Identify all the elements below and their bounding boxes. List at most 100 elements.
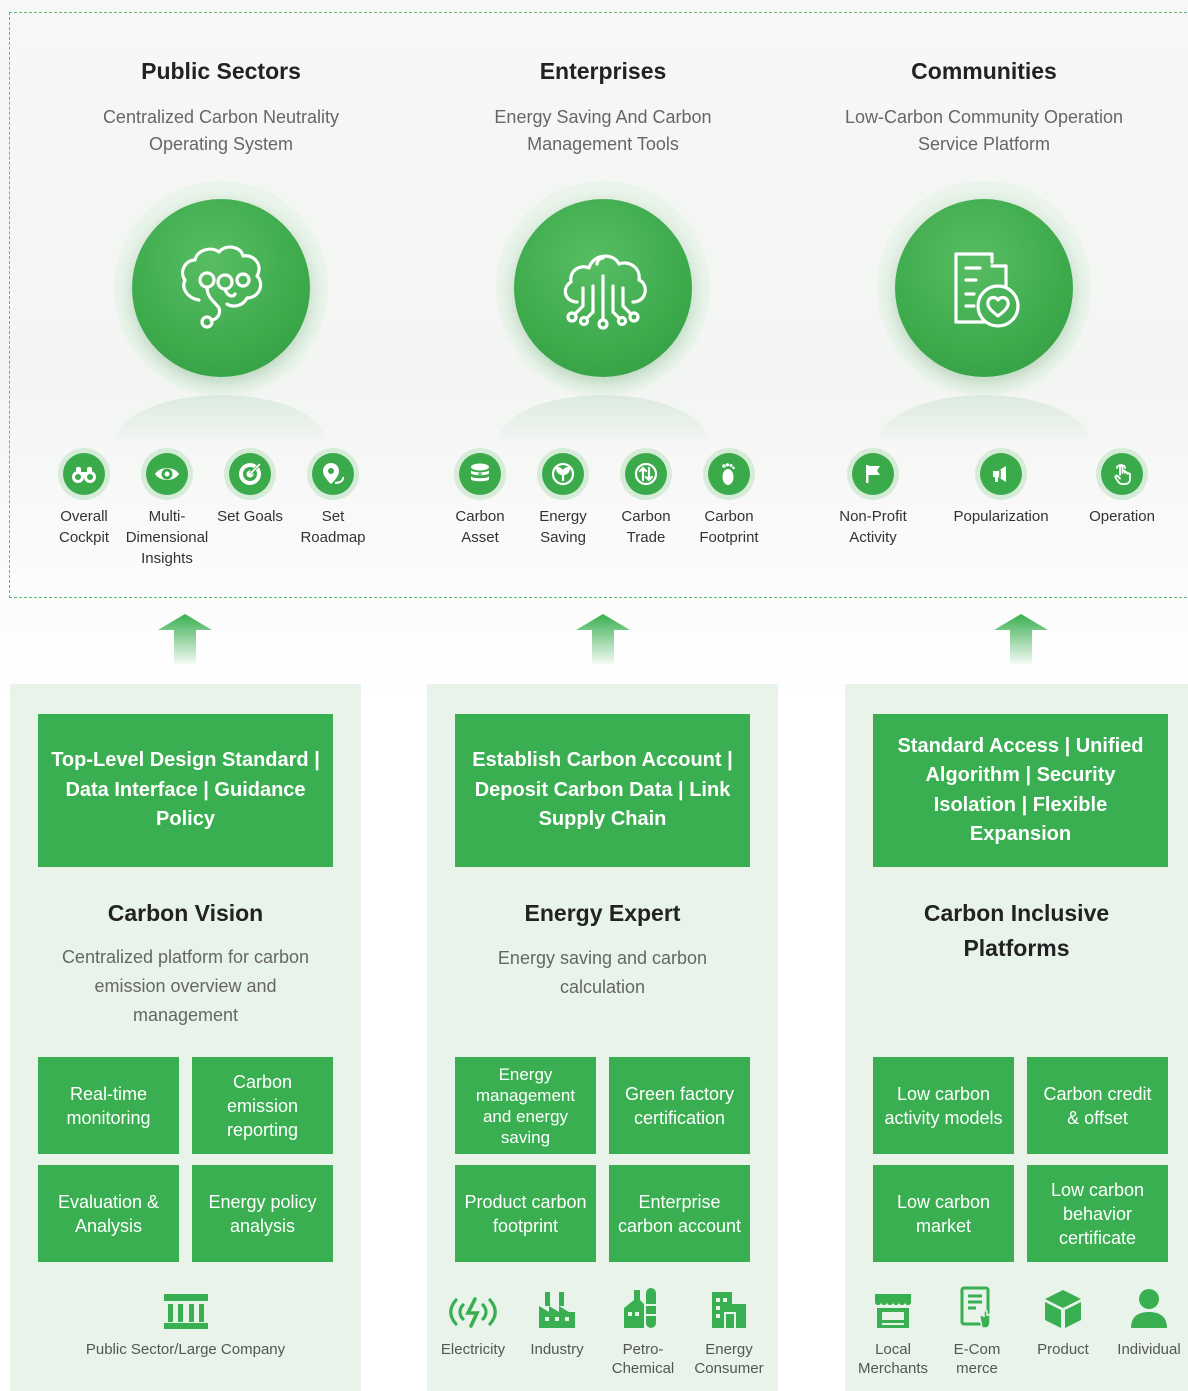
- audience-label: Electricity: [440, 1341, 506, 1358]
- megaphone-icon: [980, 453, 1022, 495]
- orb-halo: [496, 181, 710, 395]
- feature-label: Carbon Footprint: [699, 508, 759, 546]
- person-icon: [1107, 1282, 1188, 1330]
- audience-local-merchants: Local Merchants: [853, 1282, 933, 1378]
- feature-multi-dimensional-insights[interactable]: Multi-Dimensional Insights: [125, 448, 209, 569]
- coin-stack-icon: ¥: [459, 453, 501, 495]
- hand-pointer-icon: [1101, 453, 1143, 495]
- panel-title: Carbon Vision: [107, 900, 264, 926]
- feature-popularization[interactable]: Popularization: [951, 448, 1051, 527]
- column-subtitle: Energy Saving And Carbon Management Tool…: [494, 107, 712, 154]
- factory-icon: [517, 1282, 597, 1330]
- audience-energy-consumer: Energy Consumer: [689, 1282, 769, 1378]
- map-pin-icon: [312, 453, 354, 495]
- audience-label: Public Sector/Large Company: [85, 1341, 286, 1358]
- petrochemical-icon: [603, 1282, 683, 1330]
- binoculars-icon: [63, 453, 105, 495]
- target-icon: [229, 453, 271, 495]
- orb-reflection: [496, 395, 710, 445]
- audience-electricity: Electricity: [433, 1282, 513, 1359]
- audience-label: Energy Consumer: [694, 1341, 764, 1377]
- feature-energy-saving[interactable]: Energy Saving: [521, 448, 605, 548]
- feature-label: Energy Saving: [539, 508, 587, 546]
- capability-cell[interactable]: Energy policy analysis: [192, 1165, 333, 1262]
- panel-energy-expert: Establish Carbon Account | Deposit Carbo…: [427, 684, 778, 1391]
- feature-operation[interactable]: Operation: [1080, 448, 1164, 527]
- flag-icon: [852, 453, 894, 495]
- capability-cell[interactable]: Low carbon market: [873, 1165, 1014, 1262]
- orb-halo: [114, 181, 328, 395]
- audience-ecommerce: E-Com merce: [937, 1282, 1017, 1378]
- panel-description: Energy saving and carbon calculation: [497, 948, 708, 997]
- capability-cell[interactable]: Low carbon activity models: [873, 1057, 1014, 1154]
- feature-label: Carbon Asset: [455, 508, 505, 546]
- audience-industry: Industry: [517, 1282, 597, 1359]
- feature-overall-cockpit[interactable]: Overall Cockpit: [42, 448, 126, 548]
- feature-non-profit-activity[interactable]: Non-Profit Activity: [831, 448, 915, 548]
- capability-cell[interactable]: Product carbon footprint: [455, 1165, 596, 1262]
- feature-label: Set Roadmap: [300, 508, 366, 546]
- audience-label: Individual: [1117, 1341, 1181, 1358]
- exchange-icon: [625, 453, 667, 495]
- feature-label: Popularization: [953, 508, 1049, 525]
- column-title: Communities: [911, 58, 1057, 84]
- arrow-up-icon: [576, 614, 630, 664]
- capability-cell[interactable]: Carbon emission reporting: [192, 1057, 333, 1154]
- capability-cell[interactable]: Energy management and energy saving: [455, 1057, 596, 1154]
- feature-label: Operation: [1089, 508, 1155, 525]
- tablet-touch-icon: [937, 1282, 1017, 1330]
- panel-description: Centralized platform for carbon emission…: [61, 947, 310, 1025]
- cloud-circuit-icon: [514, 199, 692, 377]
- audience-petrochemical: Petro-Chemical: [603, 1282, 683, 1378]
- column-subtitle: Low-Carbon Community Operation Service P…: [844, 107, 1124, 154]
- column-enterprises: Enterprises Energy Saving And Carbon Man…: [413, 0, 793, 598]
- brain-icon: [132, 199, 310, 377]
- storefront-icon: [853, 1282, 933, 1330]
- capability-cell[interactable]: Green factory certification: [609, 1057, 750, 1154]
- capability-grid: Real-time monitoring Carbon emission rep…: [38, 1057, 333, 1262]
- capability-cell[interactable]: Real-time monitoring: [38, 1057, 179, 1154]
- capability-cell[interactable]: Carbon credit & offset: [1027, 1057, 1168, 1154]
- orb-reflection: [877, 395, 1091, 445]
- panel-banner: Top-Level Design Standard | Data Interfa…: [38, 714, 333, 867]
- arrow-up-icon: [994, 614, 1048, 664]
- audience-label: Industry: [530, 1341, 584, 1358]
- column-public-sectors: Public Sectors Centralized Carbon Neutra…: [31, 0, 411, 598]
- column-title: Public Sectors: [141, 58, 301, 84]
- audience-label: Petro-Chemical: [611, 1341, 675, 1377]
- footprint-icon: [708, 453, 750, 495]
- feature-label: Carbon Trade: [621, 508, 671, 546]
- audience-product: Product: [1023, 1282, 1103, 1359]
- arrow-up-icon: [158, 614, 212, 664]
- capability-cell[interactable]: Low carbon behavior certificate: [1027, 1165, 1168, 1262]
- column-communities: Communities Low-Carbon Community Operati…: [794, 0, 1174, 598]
- capability-grid: Low carbon activity models Carbon credit…: [873, 1057, 1168, 1262]
- feature-carbon-trade[interactable]: Carbon Trade: [604, 448, 688, 548]
- feature-carbon-footprint[interactable]: Carbon Footprint: [687, 448, 771, 548]
- leaf-icon: [542, 453, 584, 495]
- feature-set-goals[interactable]: Set Goals: [208, 448, 292, 527]
- panel-title: Energy Expert: [524, 900, 681, 926]
- feature-set-roadmap[interactable]: Set Roadmap: [291, 448, 375, 548]
- feature-label: Multi-Dimensional Insights: [125, 508, 209, 567]
- feature-label: Non-Profit Activity: [839, 508, 907, 546]
- capability-cell[interactable]: Evaluation & Analysis: [38, 1165, 179, 1262]
- orb-halo: [877, 181, 1091, 395]
- audience-public-sector: Public Sector/Large Company: [50, 1282, 321, 1359]
- audience-label: E-Com merce: [953, 1341, 1001, 1377]
- government-building-icon: [50, 1282, 321, 1330]
- feature-carbon-asset[interactable]: ¥ Carbon Asset: [438, 448, 522, 548]
- panel-carbon-vision: Top-Level Design Standard | Data Interfa…: [10, 684, 361, 1391]
- feature-label: Set Goals: [217, 508, 283, 525]
- capability-cell[interactable]: Enterprise carbon account: [609, 1165, 750, 1262]
- box-icon: [1023, 1282, 1103, 1330]
- capability-grid: Energy management and energy saving Gree…: [455, 1057, 750, 1262]
- building-heart-icon: [895, 199, 1073, 377]
- column-title: Enterprises: [539, 58, 667, 84]
- office-building-icon: [689, 1282, 769, 1330]
- electricity-icon: [433, 1282, 513, 1330]
- eye-icon: [146, 453, 188, 495]
- orb-reflection: [114, 395, 328, 445]
- panel-banner: Standard Access | Unified Algorithm | Se…: [873, 714, 1168, 867]
- audience-label: Local Merchants: [857, 1341, 929, 1377]
